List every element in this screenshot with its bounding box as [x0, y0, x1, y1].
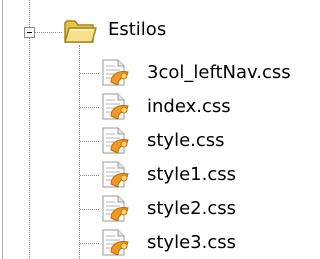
- tree-guide-child-4: [80, 175, 99, 176]
- folder-label[interactable]: Estilos: [108, 18, 166, 42]
- file-item-style3[interactable]: style3.css: [100, 226, 315, 259]
- css-file-icon: [102, 195, 129, 222]
- file-item-style2[interactable]: style2.css: [100, 192, 315, 226]
- css-file-icon: [102, 127, 129, 154]
- file-label: index.css: [147, 96, 231, 117]
- css-file-icon: [102, 161, 129, 188]
- file-item-3col-leftnav[interactable]: 3col_leftNav.css: [100, 56, 315, 90]
- tree-left-border: [2, 0, 3, 259]
- tree-guide-child-2: [80, 107, 99, 108]
- tree-guide-children: [79, 45, 80, 259]
- collapse-minus-icon[interactable]: [24, 27, 35, 38]
- file-label: style3.css: [147, 232, 236, 253]
- css-file-icon: [102, 93, 129, 120]
- file-label: style.css: [147, 130, 225, 151]
- file-item-style[interactable]: style.css: [100, 124, 315, 158]
- css-file-icon: [102, 59, 129, 86]
- tree-guide-child-6: [80, 243, 99, 244]
- file-tree: Estilos 3col_leftNav.css index.css style…: [0, 0, 317, 259]
- file-item-index[interactable]: index.css: [100, 90, 315, 124]
- file-label: style1.css: [147, 164, 236, 185]
- file-label: 3col_leftNav.css: [147, 62, 291, 83]
- file-item-style1[interactable]: style1.css: [100, 158, 315, 192]
- css-file-icon: [102, 229, 129, 256]
- tree-guide-root-lower: [29, 38, 30, 259]
- tree-guide-expander-connector: [35, 32, 62, 33]
- tree-guide-child-3: [80, 141, 99, 142]
- tree-guide-root: [29, 0, 30, 27]
- file-label: style2.css: [147, 198, 236, 219]
- tree-guide-child-5: [80, 209, 99, 210]
- folder-open-icon[interactable]: [63, 17, 97, 45]
- tree-guide-child-1: [80, 73, 99, 74]
